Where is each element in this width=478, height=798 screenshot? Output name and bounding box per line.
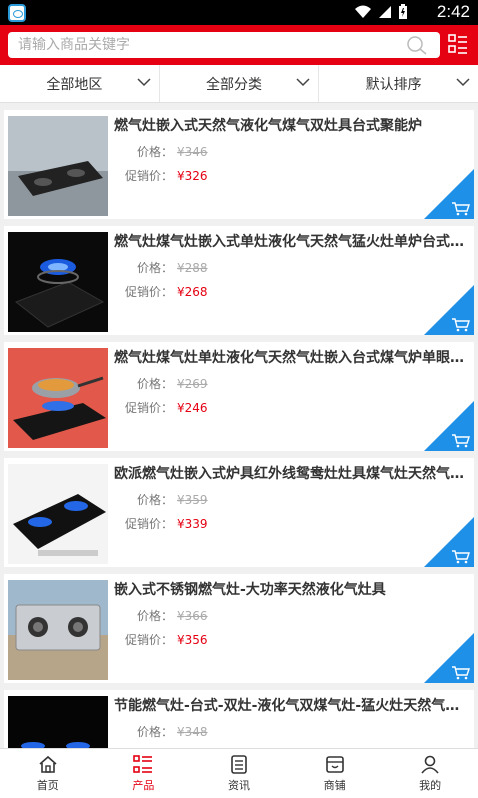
price-value: 359 bbox=[184, 493, 208, 507]
product-item[interactable]: 节能燃气灶-台式-双灶-液化气双煤气灶-猛火灶天然气炉-... 价格： ¥348 bbox=[4, 690, 474, 748]
price-value: 269 bbox=[184, 377, 208, 391]
price-value: 348 bbox=[184, 725, 208, 739]
product-image[interactable] bbox=[8, 696, 108, 748]
sale-value: 356 bbox=[184, 633, 208, 647]
store-icon bbox=[325, 755, 344, 773]
sale-price: 促销价： ¥246 bbox=[125, 401, 208, 415]
product-item[interactable]: 欧派燃气灶嵌入式炉具红外线鸳鸯灶灶具煤气灶天然气... 价格： ¥359 促销价：… bbox=[4, 458, 474, 567]
product-title[interactable]: 节能燃气灶-台式-双灶-液化气双煤气灶-猛火灶天然气炉-... bbox=[114, 695, 464, 715]
price-value: 288 bbox=[184, 261, 208, 275]
cart-icon[interactable] bbox=[424, 401, 474, 451]
tab-profile[interactable]: 我的 bbox=[382, 749, 478, 798]
tab-label: 首页 bbox=[36, 778, 59, 792]
product-image[interactable] bbox=[8, 464, 108, 564]
original-price: 价格： ¥359 bbox=[137, 493, 208, 507]
product-title[interactable]: 燃气灶煤气灶单灶液化气天然气灶嵌入台式煤气炉单眼... bbox=[114, 347, 464, 367]
product-list: 燃气灶嵌入式天然气液化气煤气双灶具台式聚能炉 价格： ¥346 促销价： ¥326 … bbox=[0, 106, 478, 748]
filter-label: 全部地区 bbox=[46, 76, 103, 93]
price-label: 价格： bbox=[137, 377, 174, 391]
product-title[interactable]: 燃气灶嵌入式天然气液化气煤气双灶具台式聚能炉 bbox=[114, 115, 464, 135]
user-icon bbox=[421, 755, 439, 774]
product-image[interactable] bbox=[8, 348, 108, 448]
signal-icon bbox=[379, 6, 391, 18]
news-icon bbox=[231, 754, 247, 774]
search-input[interactable] bbox=[8, 32, 388, 58]
search-box[interactable] bbox=[8, 32, 440, 58]
sale-value: 339 bbox=[184, 517, 208, 531]
battery-icon bbox=[399, 4, 407, 19]
filter-region[interactable]: 全部地区 bbox=[0, 65, 160, 102]
original-price: 价格： ¥366 bbox=[137, 609, 208, 623]
tab-label: 产品 bbox=[132, 778, 155, 792]
app-notification-icon bbox=[8, 4, 26, 22]
tab-store[interactable]: 商铺 bbox=[287, 749, 383, 798]
sale-label: 促销价： bbox=[125, 517, 174, 531]
search-icon[interactable] bbox=[406, 35, 428, 55]
product-item[interactable]: 嵌入式不锈钢燃气灶-大功率天然液化气灶具 价格： ¥366 促销价： ¥356 bbox=[4, 574, 474, 683]
original-price: 价格： ¥269 bbox=[137, 377, 208, 391]
bottom-tab-bar: 首页 产品 资讯 商铺 我的 bbox=[0, 748, 478, 798]
product-item[interactable]: 燃气灶嵌入式天然气液化气煤气双灶具台式聚能炉 价格： ¥346 促销价： ¥326 bbox=[4, 110, 474, 219]
status-icons bbox=[354, 4, 408, 20]
sale-price: 促销价： ¥268 bbox=[125, 285, 208, 299]
filter-label: 全部分类 bbox=[206, 76, 262, 93]
sale-label: 促销价： bbox=[125, 401, 174, 415]
tab-products[interactable]: 产品 bbox=[96, 749, 192, 798]
wifi-icon bbox=[355, 5, 371, 18]
price-label: 价格： bbox=[137, 261, 174, 275]
status-bar: 2:42 bbox=[0, 0, 478, 25]
sale-label: 促销价： bbox=[125, 169, 174, 183]
filter-category[interactable]: 全部分类 bbox=[160, 65, 320, 102]
sale-price: 促销价： ¥339 bbox=[125, 517, 208, 531]
cart-icon[interactable] bbox=[424, 633, 474, 683]
original-price: 价格： ¥346 bbox=[137, 145, 208, 159]
tab-label: 我的 bbox=[419, 778, 442, 792]
filter-bar: 全部地区 全部分类 默认排序 bbox=[0, 65, 478, 103]
tab-label: 商铺 bbox=[323, 778, 346, 792]
product-list-icon bbox=[133, 754, 153, 773]
price-label: 价格： bbox=[137, 145, 174, 159]
category-menu-icon[interactable] bbox=[448, 34, 468, 56]
sale-value: 246 bbox=[184, 401, 208, 415]
product-title[interactable]: 燃气灶煤气灶嵌入式单灶液化气天然气猛火灶单炉台式... bbox=[114, 231, 464, 251]
product-title[interactable]: 欧派燃气灶嵌入式炉具红外线鸳鸯灶灶具煤气灶天然气... bbox=[114, 463, 464, 483]
cart-icon[interactable] bbox=[424, 517, 474, 567]
sale-price: 促销价： ¥326 bbox=[125, 169, 208, 183]
product-image[interactable] bbox=[8, 116, 108, 216]
price-value: 366 bbox=[184, 609, 208, 623]
header bbox=[0, 25, 478, 65]
sale-value: 268 bbox=[184, 285, 208, 299]
product-item[interactable]: 燃气灶煤气灶嵌入式单灶液化气天然气猛火灶单炉台式... 价格： ¥288 促销价：… bbox=[4, 226, 474, 335]
sale-price: 促销价： ¥356 bbox=[125, 633, 208, 647]
cart-icon[interactable] bbox=[424, 285, 474, 335]
chevron-down-icon bbox=[137, 78, 151, 87]
tab-label: 资讯 bbox=[227, 778, 250, 792]
sale-label: 促销价： bbox=[125, 633, 174, 647]
product-item[interactable]: 燃气灶煤气灶单灶液化气天然气灶嵌入台式煤气炉单眼... 价格： ¥269 促销价：… bbox=[4, 342, 474, 451]
original-price: 价格： ¥348 bbox=[137, 725, 208, 739]
chevron-down-icon bbox=[296, 78, 310, 87]
clock: 2:42 bbox=[436, 2, 470, 21]
tab-home[interactable]: 首页 bbox=[0, 749, 96, 798]
product-image[interactable] bbox=[8, 580, 108, 680]
home-icon bbox=[39, 755, 57, 773]
sale-value: 326 bbox=[184, 169, 208, 183]
tab-news[interactable]: 资讯 bbox=[191, 749, 287, 798]
price-value: 346 bbox=[184, 145, 208, 159]
price-label: 价格： bbox=[137, 493, 174, 507]
sale-label: 促销价： bbox=[125, 285, 174, 299]
product-title[interactable]: 嵌入式不锈钢燃气灶-大功率天然液化气灶具 bbox=[114, 579, 464, 599]
filter-sort[interactable]: 默认排序 bbox=[319, 65, 478, 102]
chevron-down-icon bbox=[456, 78, 470, 87]
filter-label: 默认排序 bbox=[365, 76, 422, 93]
original-price: 价格： ¥288 bbox=[137, 261, 208, 275]
price-label: 价格： bbox=[137, 609, 174, 623]
product-image[interactable] bbox=[8, 232, 108, 332]
price-label: 价格： bbox=[137, 725, 174, 739]
cart-icon[interactable] bbox=[424, 169, 474, 219]
